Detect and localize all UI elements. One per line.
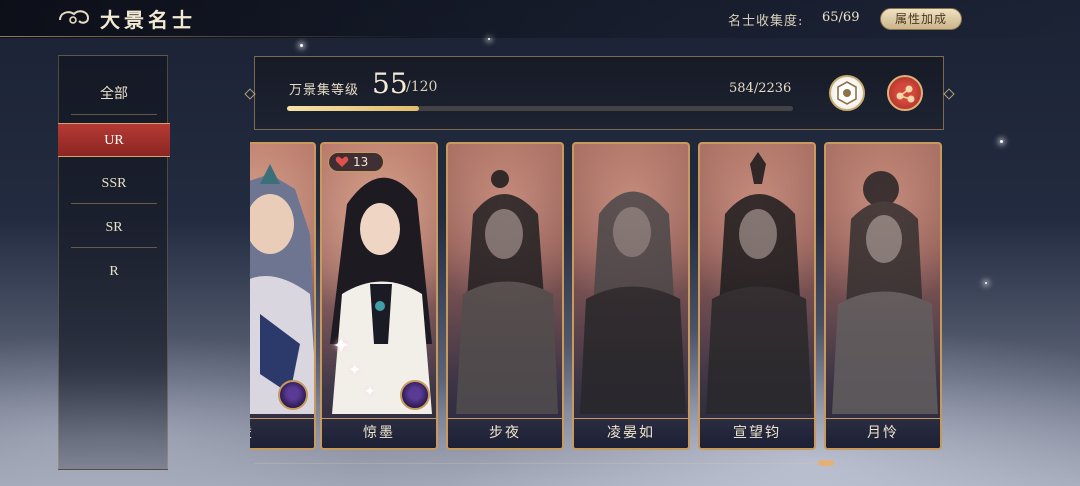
share-button[interactable] [887, 75, 923, 111]
card-name: 凌 [250, 418, 314, 448]
collection-reward-button[interactable] [829, 75, 865, 111]
scroll-indicator [818, 460, 834, 466]
background-star [1000, 140, 1003, 143]
card-name: 步夜 [448, 418, 562, 448]
background-star [300, 44, 303, 47]
sparkle-icon: ✦ [332, 334, 351, 359]
character-portrait [832, 171, 938, 414]
level-value: 55 [372, 67, 408, 100]
page-title: 大景名士 [100, 8, 196, 32]
character-card[interactable]: 13 ✦ ✦ ✦ 惊墨 [320, 142, 438, 450]
sidebar-item-sr[interactable]: SR [59, 211, 169, 245]
sidebar-divider [71, 203, 157, 204]
collection-value: 65/69 [822, 10, 860, 25]
sidebar-item-ur[interactable]: UR [58, 123, 170, 157]
character-card[interactable]: 凌晏如 [572, 142, 690, 450]
character-portrait [706, 152, 812, 414]
character-card[interactable]: 步夜 [446, 142, 564, 450]
affection-badge: 13 [328, 152, 384, 172]
sidebar-item-r[interactable]: R [59, 255, 169, 289]
affection-value: 13 [353, 155, 369, 169]
collection-label: 名士收集度: [728, 14, 804, 29]
exp-text: 584/2236 [729, 81, 792, 96]
character-card[interactable]: 宣望钧 [698, 142, 816, 450]
sparkle-icon: ✦ [364, 384, 376, 400]
background-star [985, 282, 987, 284]
panel-ornament [943, 88, 955, 100]
rarity-sidebar: 全部 UR SSR SR R [58, 55, 170, 470]
level-panel: 万景集等级 55 /120 584/2236 [254, 56, 944, 130]
character-card-list: 凌 13 ✦ ✦ ✦ 惊墨 步夜 [250, 142, 950, 452]
sidebar-divider [71, 114, 157, 115]
element-orb-icon [400, 380, 430, 410]
attribute-bonus-button[interactable]: 属性加成 [880, 8, 962, 30]
character-card[interactable]: 凌 [250, 142, 316, 450]
top-bar: 大景名士 名士收集度: 65/69 属性加成 [0, 0, 1080, 38]
character-card[interactable]: 月怜 [824, 142, 942, 450]
character-portrait [250, 164, 314, 414]
character-portrait [330, 177, 432, 414]
element-orb-icon [278, 380, 308, 410]
sidebar-item-ssr[interactable]: SSR [59, 167, 169, 201]
card-name: 凌晏如 [574, 418, 688, 448]
exp-progress-bar [287, 106, 793, 111]
background-star [488, 38, 490, 40]
character-portrait [456, 170, 558, 414]
character-portrait [580, 191, 686, 414]
badge-icon [837, 81, 857, 105]
cloud-emblem-icon [59, 10, 90, 24]
title-divider [0, 36, 420, 37]
share-icon [896, 85, 915, 103]
sidebar-item-all[interactable]: 全部 [59, 78, 169, 112]
sparkle-icon: ✦ [348, 360, 362, 379]
sidebar-divider [71, 247, 157, 248]
card-name: 宣望钧 [700, 418, 814, 448]
card-name: 月怜 [826, 418, 940, 448]
exp-progress-fill [287, 106, 419, 111]
scroll-track [255, 463, 815, 464]
heart-icon [335, 156, 349, 167]
level-max: /120 [406, 79, 438, 95]
level-label: 万景集等级 [289, 83, 360, 98]
card-name: 惊墨 [322, 418, 436, 448]
